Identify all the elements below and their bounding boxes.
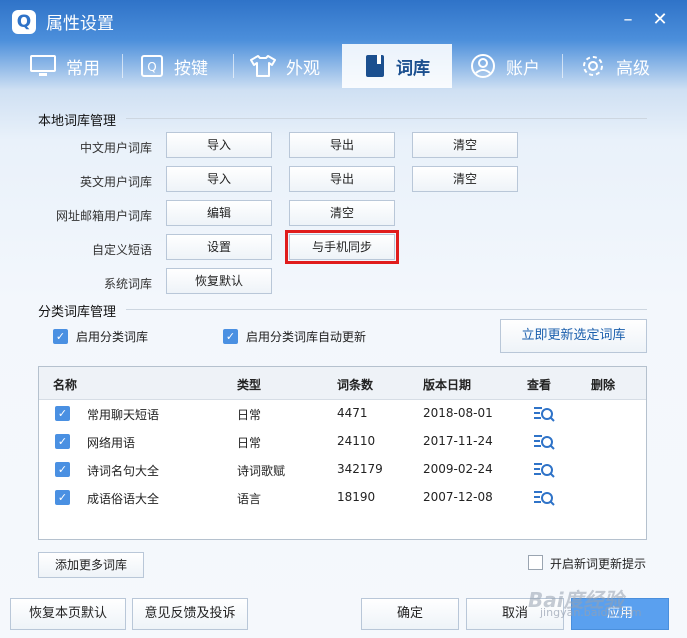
- row-type: 日常: [237, 408, 262, 422]
- table-header: 名称 类型 词条数 版本日期 查看 删除: [39, 367, 646, 400]
- gear-icon: [583, 56, 603, 76]
- row-type: 语言: [237, 492, 262, 506]
- new-word-hint-checkbox[interactable]: [528, 555, 543, 570]
- tab-common[interactable]: 常用: [30, 44, 100, 88]
- app-logo-icon: Q: [12, 10, 36, 34]
- col-delete-header: 删除: [591, 378, 616, 392]
- local-section-heading: 本地词库管理: [38, 114, 117, 129]
- add-more-dict-button[interactable]: 添加更多词库: [38, 552, 144, 578]
- table-row[interactable]: ✓ 诗词名句大全 诗词歌赋 342179 2009-02-24: [39, 456, 646, 484]
- restore-default-button[interactable]: 恢复默认: [166, 268, 272, 294]
- table-row[interactable]: ✓ 成语俗语大全 语言 18190 2007-12-08: [39, 484, 646, 512]
- phrase-settings-button[interactable]: 设置: [166, 234, 272, 260]
- en-export-button[interactable]: 导出: [289, 166, 395, 192]
- baidu-watermark-url: jingyan.baidu.com: [540, 606, 642, 619]
- row-checkbox[interactable]: ✓: [55, 434, 70, 449]
- new-word-hint-label: 开启新词更新提示: [550, 557, 647, 571]
- tab-label: 高级: [616, 58, 650, 79]
- book-icon: [366, 55, 384, 77]
- window-title: 属性设置: [46, 14, 114, 34]
- tab-separator: [122, 54, 123, 78]
- dictionary-table: 名称 类型 词条数 版本日期 查看 删除 ✓ 常用聊天短语 日常 4471 20…: [38, 366, 647, 540]
- row-type: 诗词歌赋: [237, 464, 286, 478]
- tab-account[interactable]: 账户: [470, 44, 540, 88]
- row-count: 342179: [337, 462, 383, 476]
- en-import-button[interactable]: 导入: [166, 166, 272, 192]
- auto-update-checkbox[interactable]: ✓: [223, 329, 238, 344]
- row-label: 英文用户词库: [79, 175, 152, 189]
- feedback-button[interactable]: 意见反馈及投诉: [132, 598, 248, 630]
- col-count-header: 词条数: [337, 378, 374, 392]
- url-edit-button[interactable]: 编辑: [166, 200, 272, 226]
- row-label: 网址邮箱用户词库: [55, 209, 152, 223]
- table-row[interactable]: ✓ 网络用语 日常 24110 2017-11-24: [39, 428, 646, 456]
- tab-label: 词库: [396, 58, 430, 79]
- category-section-heading: 分类词库管理: [38, 305, 117, 320]
- tab-label: 按键: [174, 58, 208, 79]
- close-button[interactable]: ✕: [648, 8, 672, 32]
- shirt-icon: [250, 55, 276, 77]
- row-label: 中文用户词库: [79, 141, 152, 155]
- restore-page-default-button[interactable]: 恢复本页默认: [10, 598, 126, 630]
- row-name: 常用聊天短语: [87, 408, 160, 422]
- section-divider: [126, 118, 647, 119]
- update-selected-button[interactable]: 立即更新选定词库: [500, 319, 647, 353]
- tab-keys[interactable]: Q 按键: [140, 44, 208, 88]
- view-list-icon[interactable]: [533, 432, 555, 452]
- row-count: 24110: [337, 434, 376, 448]
- monitor-icon: [30, 55, 56, 76]
- row-date: 2009-02-24: [423, 462, 493, 476]
- view-list-icon[interactable]: [533, 460, 555, 480]
- row-checkbox[interactable]: ✓: [55, 406, 70, 421]
- row-checkbox[interactable]: ✓: [55, 490, 70, 505]
- row-checkbox[interactable]: ✓: [55, 462, 70, 477]
- minimize-button[interactable]: –: [616, 8, 640, 32]
- q-key-icon: Q: [141, 55, 163, 77]
- cn-clear-button[interactable]: 清空: [412, 132, 518, 158]
- auto-update-label: 启用分类词库自动更新: [246, 330, 367, 344]
- tab-appearance[interactable]: 外观: [250, 44, 320, 88]
- row-name: 网络用语: [87, 436, 136, 450]
- ok-button[interactable]: 确定: [361, 598, 459, 630]
- row-date: 2018-08-01: [423, 406, 493, 420]
- phone-sync-button[interactable]: 与手机同步: [285, 230, 399, 264]
- cn-import-button[interactable]: 导入: [166, 132, 272, 158]
- tab-advanced[interactable]: 高级: [580, 44, 650, 88]
- svg-text:Q: Q: [147, 60, 156, 74]
- tab-separator: [562, 54, 563, 78]
- row-date: 2007-12-08: [423, 490, 493, 504]
- user-icon: [471, 54, 495, 78]
- row-name: 成语俗语大全: [87, 492, 160, 506]
- tab-label: 账户: [506, 58, 540, 79]
- enable-category-label: 启用分类词库: [76, 330, 149, 344]
- cn-export-button[interactable]: 导出: [289, 132, 395, 158]
- row-name: 诗词名句大全: [87, 464, 160, 478]
- section-divider: [126, 309, 647, 310]
- url-clear-button[interactable]: 清空: [289, 200, 395, 226]
- row-date: 2017-11-24: [423, 434, 493, 448]
- row-count: 4471: [337, 406, 368, 420]
- row-count: 18190: [337, 490, 376, 504]
- view-list-icon[interactable]: [533, 404, 555, 424]
- col-name-header: 名称: [53, 378, 78, 392]
- en-clear-button[interactable]: 清空: [412, 166, 518, 192]
- enable-category-checkbox[interactable]: ✓: [53, 329, 68, 344]
- tab-dictionary[interactable]: 词库: [342, 44, 452, 88]
- row-label: 系统词库: [103, 277, 152, 291]
- col-date-header: 版本日期: [423, 378, 472, 392]
- row-label: 自定义短语: [91, 243, 152, 257]
- tab-label: 常用: [66, 58, 100, 79]
- view-list-icon[interactable]: [533, 488, 555, 508]
- tab-separator: [233, 54, 234, 78]
- tab-label: 外观: [286, 58, 320, 79]
- col-type-header: 类型: [237, 378, 262, 392]
- col-view-header: 查看: [527, 378, 552, 392]
- table-row[interactable]: ✓ 常用聊天短语 日常 4471 2018-08-01: [39, 400, 646, 428]
- row-type: 日常: [237, 436, 262, 450]
